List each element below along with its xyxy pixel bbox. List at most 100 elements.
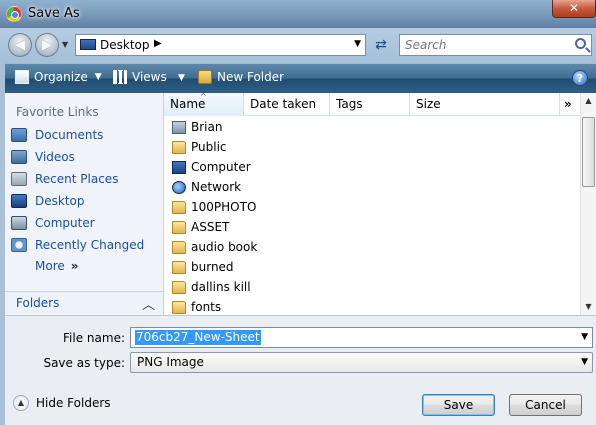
nav-item-label: Recently Changed [35,238,145,252]
column-name[interactable]: ^ Name [164,92,244,116]
save-as-type-value: PNG Image [137,355,204,369]
list-item[interactable]: Brian [172,117,222,137]
help-button[interactable]: ? [572,70,588,86]
column-size-label: Size [416,97,441,111]
new-folder-label: New Folder [217,70,285,84]
more-link[interactable]: More » [35,259,79,273]
search-box[interactable] [399,34,592,56]
address-dropdown-icon[interactable]: ▼ [354,39,361,49]
save-as-type-label: Save as type: [43,356,125,370]
recently-changed-icon [11,238,27,252]
scroll-up-icon[interactable]: ▲ [581,93,596,109]
desktop-icon [80,39,96,50]
close-icon: ✕ [568,1,580,15]
command-bar: Organize ▼ Views ▼ New Folder ? [5,63,596,93]
file-name: 100PHOTO [191,200,257,214]
column-header: ^ Name Date taken Tags Size » [164,92,580,116]
save-button[interactable]: Save [422,394,495,416]
documents-icon [11,128,27,142]
more-label: More [35,259,65,273]
folder-icon [172,220,186,234]
nav-item-recent-places[interactable]: Recent Places [11,169,161,189]
forward-button[interactable]: ▶ [35,33,59,57]
organize-button[interactable]: Organize ▼ [15,70,102,84]
folder-icon [172,140,186,154]
search-icon[interactable] [575,38,586,49]
list-item[interactable]: burned [172,257,234,277]
network-icon [172,180,186,194]
nav-item-label: Videos [35,150,75,164]
file-name: Computer [191,160,251,174]
list-item[interactable]: Public [172,137,227,157]
list-item[interactable]: ASSET [172,217,229,237]
nav-item-videos[interactable]: Videos [11,147,161,167]
file-name-value[interactable]: 706cb27_New-Sheet [135,330,261,345]
history-dropdown-icon[interactable]: ▼ [62,40,68,49]
folder-icon [172,260,186,274]
chevron-up-icon: ▲ [13,395,29,411]
videos-icon [11,150,27,164]
list-item[interactable]: Network [172,177,241,197]
views-button[interactable]: Views [113,70,167,84]
column-tags-label: Tags [336,97,363,111]
list-item[interactable]: fonts [172,297,221,317]
views-dropdown-icon[interactable]: ▼ [178,73,185,83]
breadcrumb-desktop[interactable]: Desktop [100,38,150,52]
list-item[interactable]: audio book [172,237,257,257]
file-list: ^ Name Date taken Tags Size » Brian Publi… [164,92,596,317]
nav-item-label: Documents [35,128,104,142]
folders-toggle[interactable]: Folders ︿ [5,291,163,315]
back-button[interactable]: ◀ [8,33,32,57]
file-name: audio book [191,240,258,254]
folder-icon [172,240,186,254]
views-icon [113,70,127,84]
cancel-button[interactable]: Cancel [509,394,582,416]
nav-item-computer[interactable]: Computer [11,213,161,233]
vertical-scrollbar[interactable]: ▲ ▼ [580,93,596,315]
new-folder-button[interactable]: New Folder [198,70,284,84]
refresh-button[interactable]: ⇄ [369,35,393,55]
file-name-field[interactable]: 706cb27_New-Sheet ▼ [130,327,593,348]
list-item[interactable]: dallins kill [172,277,251,297]
breadcrumb-separator-icon[interactable]: ▶ [154,38,162,49]
folder-icon [172,280,186,294]
nav-item-recently-changed[interactable]: Recently Changed [11,235,161,255]
back-arrow-icon: ◀ [14,37,26,53]
file-name: ASSET [191,220,230,234]
computer-icon [172,160,186,174]
file-name-dropdown-icon[interactable]: ▼ [581,332,588,342]
search-input[interactable] [405,36,565,54]
more-columns-icon[interactable]: » [564,97,572,111]
user-folder-icon [172,120,186,134]
hide-folders-label: Hide Folders [36,396,111,410]
recent-places-icon [11,172,27,186]
column-date-taken[interactable]: Date taken [244,93,330,116]
column-size[interactable]: Size [410,93,560,116]
column-tags[interactable]: Tags [330,93,410,116]
computer-icon [11,216,27,230]
nav-item-documents[interactable]: Documents [11,125,161,145]
scroll-down-icon[interactable]: ▼ [581,299,596,315]
nav-item-label: Computer [35,216,95,230]
organize-label: Organize [34,70,88,84]
double-chevron-right-icon: » [70,259,79,273]
file-name-label: File name: [63,331,125,345]
save-as-type-select[interactable]: PNG Image ▼ [130,352,593,373]
list-item[interactable]: 100PHOTO [172,197,256,217]
file-name: burned [191,260,234,274]
title-bar: Save As ✕ [0,0,596,28]
scroll-thumb[interactable] [582,117,595,187]
folder-icon [172,300,186,314]
folders-label: Folders [16,296,60,310]
help-icon: ? [576,72,584,85]
organize-icon [15,70,29,84]
save-options-panel: File name: 706cb27_New-Sheet ▼ Save as t… [5,315,596,425]
chevron-up-icon: ︿ [141,298,155,313]
forward-arrow-icon: ▶ [41,37,53,53]
nav-item-desktop[interactable]: Desktop [11,191,161,211]
close-button[interactable]: ✕ [552,0,596,18]
views-label: Views [132,70,167,84]
list-item[interactable]: Computer [172,157,251,177]
hide-folders-button[interactable]: ▲ Hide Folders [13,395,111,411]
address-bar[interactable]: Desktop ▶ ▼ [75,34,366,56]
